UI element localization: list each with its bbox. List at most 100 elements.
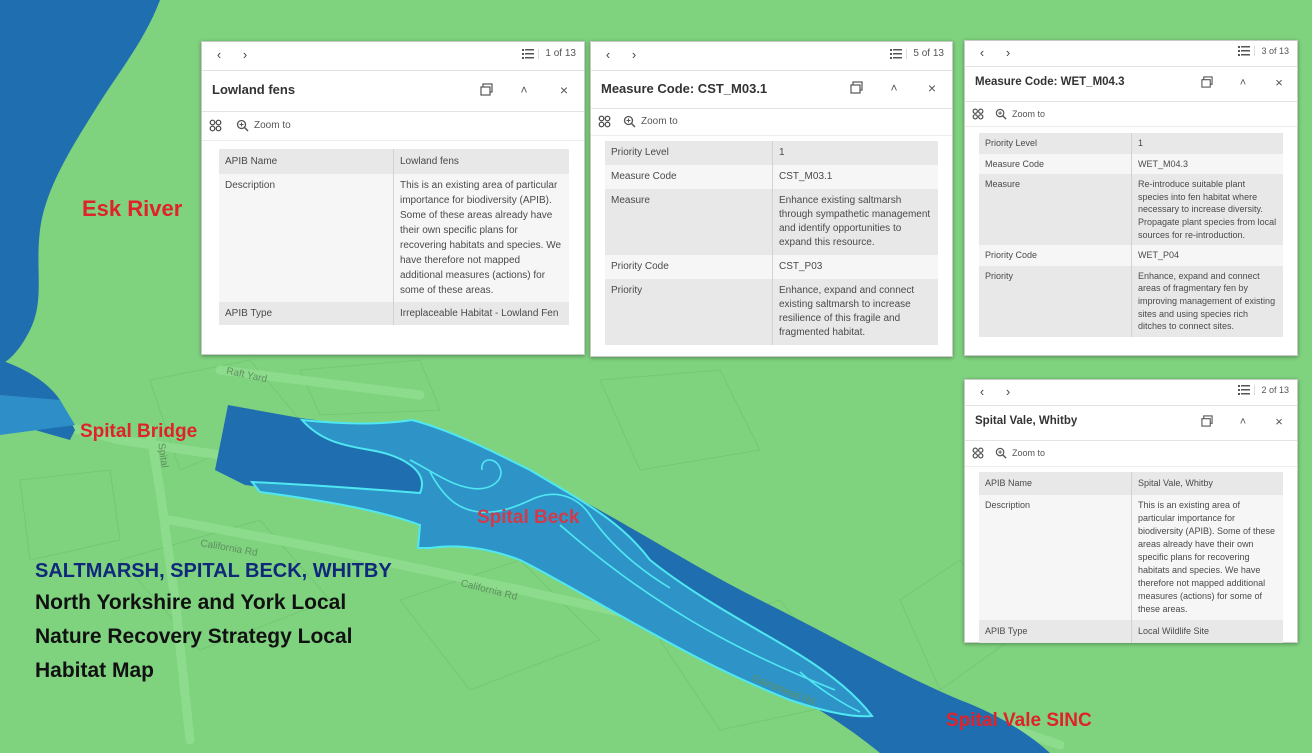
chevron-right-icon[interactable]: ›: [236, 46, 254, 64]
close-icon[interactable]: ×: [1271, 75, 1287, 91]
zoom-to-button[interactable]: Zoom to: [236, 119, 291, 132]
attr-value: Enhance existing saltmarsh through sympa…: [773, 189, 938, 255]
attr-key: Description: [979, 495, 1132, 620]
feature-pager[interactable]: 2 of 13: [1238, 385, 1289, 395]
attr-value: Spital Vale, Whitby: [1132, 472, 1283, 495]
table-row: Priority Level 1: [979, 133, 1283, 154]
chevron-right-icon[interactable]: ›: [625, 46, 643, 64]
dock-icon[interactable]: [1199, 76, 1215, 92]
zoom-in-icon: [995, 108, 1007, 120]
attr-key: APIB Name: [219, 149, 394, 174]
popup-title: Lowland fens: [212, 82, 296, 97]
close-icon[interactable]: ×: [1271, 414, 1287, 430]
attribute-table: APIB Name Spital Vale, Whitby Description…: [979, 472, 1283, 643]
feature-pager[interactable]: 1 of 13: [522, 48, 576, 59]
table-row: Measure Code WET_M04.3: [979, 153, 1283, 175]
popup-actions-bar: Zoom to: [591, 109, 952, 136]
pager-text: 2 of 13: [1261, 385, 1289, 395]
attr-key: Priority Code: [605, 255, 773, 279]
popup-nav-bar: ‹ › 2 of 13: [965, 380, 1297, 406]
table-row: APIB Name Lowland fens: [219, 149, 569, 174]
zoom-in-icon: [995, 447, 1007, 459]
feature-pager[interactable]: 5 of 13: [890, 48, 944, 59]
popup-actions-bar: Zoom to: [965, 441, 1297, 467]
grid-dots-icon[interactable]: [598, 115, 611, 128]
chevron-up-icon[interactable]: ˄: [516, 82, 532, 98]
map-subtitle-line3: Habitat Map: [35, 659, 155, 682]
attr-value: This is an existing area of particular i…: [394, 174, 569, 302]
attr-value: Enhance, expand and connect areas of fra…: [1132, 265, 1283, 337]
attr-key: Priority: [979, 265, 1132, 337]
chevron-left-icon[interactable]: ‹: [599, 46, 617, 64]
popup-title: Spital Vale, Whitby: [975, 415, 1078, 427]
attr-key: APIB Name: [979, 472, 1132, 495]
zoom-to-label: Zoom to: [254, 120, 291, 131]
list-icon: [1238, 385, 1256, 395]
chevron-left-icon[interactable]: ‹: [973, 383, 991, 401]
popup-nav-bar: ‹ › 5 of 13: [591, 42, 952, 71]
popup-header: Measure Code: WET_M04.3 ˄ ×: [965, 67, 1297, 102]
list-icon: [890, 48, 908, 59]
chevron-left-icon[interactable]: ‹: [973, 44, 991, 62]
table-row: Measure Code CST_M03.1: [605, 165, 938, 189]
attr-value: Re-introduce suitable plant species into…: [1132, 174, 1283, 246]
attr-value: WET_P04: [1132, 245, 1283, 266]
label-spital-beck: Spital Beck: [477, 507, 580, 528]
pager-text: 1 of 13: [545, 48, 576, 59]
table-row: APIB Name Spital Vale, Whitby: [979, 472, 1283, 495]
attribute-table: Priority Level 1 Measure Code CST_M03.1 Me…: [605, 141, 938, 345]
popup-nav-bar: ‹ › 1 of 13: [202, 42, 584, 71]
attr-key: APIB Type: [219, 302, 394, 325]
zoom-to-button[interactable]: Zoom to: [995, 108, 1045, 120]
chevron-up-icon[interactable]: ˄: [1235, 75, 1251, 91]
table-row: Priority Enhance, expand and connect area…: [979, 265, 1283, 337]
zoom-to-label: Zoom to: [1012, 109, 1046, 119]
table-row: APIB Type Irreplaceable Habitat - Lowland…: [219, 302, 569, 325]
attribute-table: APIB Name Lowland fens Description This is…: [219, 149, 569, 325]
close-icon[interactable]: ×: [556, 82, 572, 98]
zoom-to-button[interactable]: Zoom to: [995, 447, 1045, 459]
dock-icon[interactable]: [848, 81, 864, 97]
zoom-to-button[interactable]: Zoom to: [623, 115, 678, 128]
chevron-right-icon[interactable]: ›: [999, 383, 1017, 401]
dock-icon[interactable]: [478, 83, 494, 99]
feature-pager[interactable]: 3 of 13: [1238, 46, 1289, 56]
grid-dots-icon[interactable]: [972, 447, 984, 459]
table-row: Priority Code WET_P04: [979, 245, 1283, 266]
table-row: Measure Enhance existing saltmarsh throug…: [605, 189, 938, 255]
attr-key: Priority: [605, 279, 773, 345]
attr-key: Measure: [605, 189, 773, 255]
popup-nav-bar: ‹ › 3 of 13: [965, 41, 1297, 67]
popup-measure-wet-m04: ‹ › 3 of 13 Measure Code: WET_M04.3 ˄ × …: [964, 40, 1298, 356]
attr-key: Description: [219, 174, 394, 302]
chevron-up-icon[interactable]: ˄: [1235, 414, 1251, 430]
popup-header: Lowland fens ˄ ×: [202, 71, 584, 112]
attr-key: Measure: [979, 174, 1132, 246]
pager-text: 3 of 13: [1261, 46, 1289, 56]
close-icon[interactable]: ×: [924, 80, 940, 96]
attr-value: Lowland fens: [394, 149, 569, 174]
table-row: Priority Level 1: [605, 141, 938, 165]
chevron-right-icon[interactable]: ›: [999, 44, 1017, 62]
attr-value: This is an existing area of particular i…: [1132, 495, 1283, 620]
zoom-to-label: Zoom to: [1012, 448, 1046, 458]
grid-dots-icon[interactable]: [209, 119, 222, 132]
grid-dots-icon[interactable]: [972, 108, 984, 120]
table-row: Priority Enhance, expand and connect exis…: [605, 279, 938, 345]
map-subtitle-line2: Nature Recovery Strategy Local: [35, 625, 353, 648]
attr-value: 1: [1132, 133, 1283, 154]
zoom-in-icon: [623, 115, 636, 128]
dock-icon[interactable]: [1199, 415, 1215, 431]
table-row: Measure Re-introduce suitable plant speci…: [979, 174, 1283, 246]
popup-header: Spital Vale, Whitby ˄ ×: [965, 406, 1297, 441]
table-row: Priority Code CST_P03: [605, 255, 938, 279]
attr-value: Local Wildlife Site: [1132, 620, 1283, 643]
list-icon: [522, 48, 540, 59]
attribute-table: Priority Level 1 Measure Code WET_M04.3 Me…: [979, 133, 1283, 337]
attr-key: Measure Code: [979, 153, 1132, 175]
list-icon: [1238, 46, 1256, 56]
chevron-up-icon[interactable]: ˄: [886, 80, 902, 96]
popup-lowland-fens: ‹ › 1 of 13 Lowland fens ˄ × Zoom to API…: [201, 41, 585, 355]
chevron-left-icon[interactable]: ‹: [210, 46, 228, 64]
label-spital-bridge: Spital Bridge: [80, 421, 198, 442]
